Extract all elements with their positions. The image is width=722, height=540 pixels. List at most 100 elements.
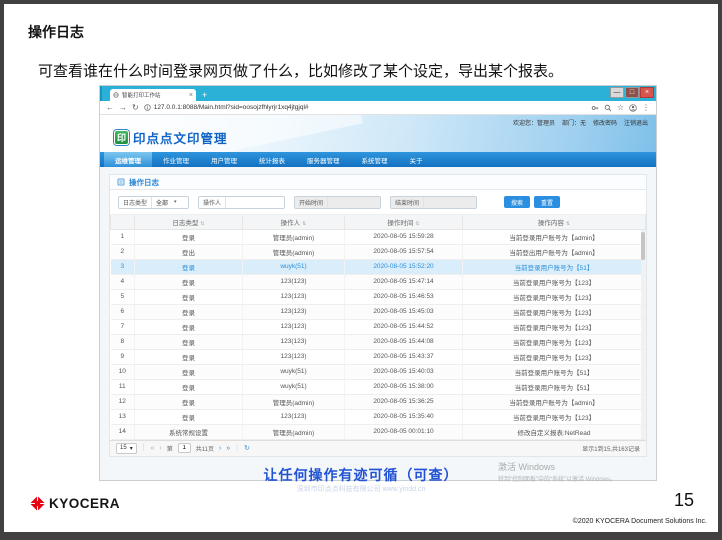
table-row[interactable]: 7登录123(123)2020-08-05 15:44:52当前登录用户账号为【… [111, 319, 646, 334]
back-icon[interactable]: ← [106, 104, 114, 112]
time-cell: 2020-08-05 15:38:00 [345, 379, 463, 394]
nav-tabs: 运维管理作业管理用户管理统计报表服务器管理系统管理关于 [100, 152, 656, 167]
sort-icon[interactable]: ⇅ [200, 221, 204, 227]
content-cell: 当前登录用户账号为【51】 [463, 364, 646, 379]
row-index: 14 [111, 424, 135, 439]
reload-icon[interactable]: ↻ [132, 104, 139, 112]
browser-menu-icon[interactable]: ⋮ [642, 103, 650, 112]
log-type-select[interactable]: 全部 ▾ [152, 197, 188, 208]
nav-tab[interactable]: 系统管理 [351, 152, 399, 167]
url-text[interactable]: 127.0.0.1:8088/Main.html?sid=oosojzfhlyr… [154, 104, 309, 111]
profile-icon[interactable] [629, 104, 637, 112]
table-row[interactable]: 8登录123(123)2020-08-05 15:44:08当前登录用户账号为【… [111, 334, 646, 349]
table-scrollbar[interactable] [641, 230, 645, 439]
prev-page-button[interactable]: ‹ [159, 445, 161, 452]
end-time-filter[interactable]: 结束时间 [390, 196, 477, 209]
time-cell: 2020-08-05 15:35:40 [345, 409, 463, 424]
refresh-button[interactable]: ↻ [244, 445, 250, 452]
table-row[interactable]: 14系统常规设置管理员(admin)2020-08-05 00:01:10修改自… [111, 424, 646, 439]
content-cell: 当前登录用户账号为【123】 [463, 289, 646, 304]
time-cell: 2020-08-05 15:36:25 [345, 394, 463, 409]
operator-input[interactable] [226, 197, 284, 208]
time-cell: 2020-08-05 00:01:10 [345, 424, 463, 439]
column-header[interactable]: 操作内容⇅ [463, 215, 646, 229]
row-index: 7 [111, 319, 135, 334]
slide-title: 操作日志 [28, 22, 84, 42]
table-row[interactable]: 6登录123(123)2020-08-05 15:45:03当前登录用户账号为【… [111, 304, 646, 319]
page-size-select[interactable]: 15 ▾ [116, 443, 137, 454]
nav-tab[interactable]: 服务器管理 [296, 152, 351, 167]
table-row[interactable]: 12登录管理员(admin)2020-08-05 15:36:25当前登录用户账… [111, 394, 646, 409]
log-table: 日志类型⇅操作人⇅操作时间⇅操作内容⇅ 1登录管理员(admin)2020-08… [110, 215, 646, 440]
operator-cell: 123(123) [243, 274, 345, 289]
sort-icon[interactable]: ⇅ [566, 221, 570, 227]
nav-tab[interactable]: 作业管理 [152, 152, 200, 167]
logout-link[interactable]: 注销退出 [624, 118, 648, 127]
end-time-input[interactable] [424, 197, 476, 208]
key-icon[interactable] [591, 104, 599, 112]
log-type-cell: 登录 [135, 409, 243, 424]
site-info-icon[interactable] [144, 104, 151, 111]
table-row[interactable]: 1登录管理员(admin)2020-08-05 15:59:28当前登录用户账号… [111, 229, 646, 244]
nav-tab[interactable]: 关于 [399, 152, 434, 167]
start-time-label: 开始时间 [295, 197, 328, 208]
operator-cell: 123(123) [243, 304, 345, 319]
app-brand: 印 印点点文印管理 [114, 128, 228, 147]
time-cell: 2020-08-05 15:52:20 [345, 259, 463, 274]
filter-bar: 日志类型 全部 ▾ 操作人 开始时间 [110, 190, 646, 215]
window-maximize-button[interactable]: □ [625, 87, 639, 98]
table-row[interactable]: 2登出管理员(admin)2020-08-05 15:57:54当前登出用户账号… [111, 244, 646, 259]
scrollbar-thumb[interactable] [641, 232, 645, 260]
slide-caption: 让任何操作有迹可循（可查） [4, 465, 718, 485]
sort-icon[interactable]: ⇅ [302, 221, 306, 227]
table-row[interactable]: 5登录123(123)2020-08-05 15:46:53当前登录用户账号为【… [111, 289, 646, 304]
page-number-input[interactable] [178, 443, 191, 453]
content-cell: 当前登录用户账号为【admin】 [463, 394, 646, 409]
tab-close-icon[interactable]: × [189, 92, 193, 99]
table-row[interactable]: 4登录123(123)2020-08-05 15:47:14当前登录用户账号为【… [111, 274, 646, 289]
column-header[interactable]: 日志类型⇅ [135, 215, 243, 229]
operator-cell: 123(123) [243, 319, 345, 334]
time-cell: 2020-08-05 15:57:54 [345, 244, 463, 259]
search-button[interactable]: 搜索 [504, 196, 530, 208]
nav-tab[interactable]: 用户管理 [200, 152, 248, 167]
row-index: 12 [111, 394, 135, 409]
log-type-cell: 登录 [135, 349, 243, 364]
start-time-input[interactable] [328, 197, 380, 208]
new-tab-button[interactable]: + [202, 89, 207, 101]
forward-icon[interactable]: → [119, 104, 127, 112]
nav-tab[interactable]: 运维管理 [104, 152, 152, 167]
time-cell: 2020-08-05 15:46:53 [345, 289, 463, 304]
column-header[interactable]: 操作时间⇅ [345, 215, 463, 229]
operator-cell: 管理员(admin) [243, 229, 345, 244]
change-password-link[interactable]: 修改密码 [593, 118, 617, 127]
divider: │ [235, 445, 239, 451]
url-bar[interactable]: 127.0.0.1:8088/Main.html?sid=oosojzfhlyr… [144, 104, 586, 111]
sort-icon[interactable]: ⇅ [415, 221, 419, 227]
table-row[interactable]: 3登录wuyk(51)2020-08-05 15:52:20当前登录用户账号为【… [111, 259, 646, 274]
table-row[interactable]: 10登录wuyk(51)2020-08-05 15:40:03当前登录用户账号为… [111, 364, 646, 379]
brand-name: 印点点文印管理 [133, 128, 228, 147]
operator-cell: wuyk(51) [243, 379, 345, 394]
window-close-button[interactable]: × [640, 87, 654, 98]
operator-filter[interactable]: 操作人 [198, 196, 285, 209]
table-row[interactable]: 13登录123(123)2020-08-05 15:35:40当前登录用户账号为… [111, 409, 646, 424]
table-row[interactable]: 9登录123(123)2020-08-05 15:43:37当前登录用户账号为【… [111, 349, 646, 364]
bookmark-star-icon[interactable]: ☆ [617, 103, 624, 112]
reset-button[interactable]: 重置 [534, 196, 560, 208]
start-time-filter[interactable]: 开始时间 [294, 196, 381, 209]
row-index: 10 [111, 364, 135, 379]
operator-cell: wuyk(51) [243, 364, 345, 379]
row-index: 8 [111, 334, 135, 349]
operator-cell: 123(123) [243, 349, 345, 364]
first-page-button[interactable]: « [150, 445, 154, 452]
log-type-filter[interactable]: 日志类型 全部 ▾ [118, 196, 189, 209]
zoom-icon[interactable] [604, 104, 612, 112]
nav-tab[interactable]: 统计报表 [248, 152, 296, 167]
window-minimize-button[interactable]: — [610, 87, 624, 98]
browser-tab[interactable]: 智能打印工作站 × [110, 89, 196, 101]
next-page-button[interactable]: › [219, 445, 221, 452]
column-header[interactable]: 操作人⇅ [243, 215, 345, 229]
last-page-button[interactable]: » [226, 445, 230, 452]
table-row[interactable]: 11登录wuyk(51)2020-08-05 15:38:00当前登录用户账号为… [111, 379, 646, 394]
